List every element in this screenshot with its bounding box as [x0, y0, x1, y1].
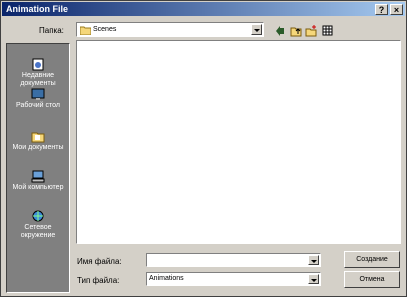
recent-docs-icon [32, 58, 44, 71]
cancel-button[interactable]: Отмена [344, 271, 400, 288]
place-label: Мой компьютер [12, 184, 64, 191]
close-button[interactable]: × [390, 4, 403, 15]
place-computer[interactable]: Мой компьютер [7, 170, 69, 192]
title-bar[interactable]: Animation File ? × [2, 2, 405, 16]
create-button[interactable]: Создание [344, 251, 400, 268]
filetype-value: Animations [149, 275, 184, 282]
place-network[interactable]: Сетевое окружение [7, 210, 69, 240]
help-button[interactable]: ? [375, 4, 388, 15]
place-label: Мои документы [12, 144, 64, 151]
filename-label: Имя файла: [77, 257, 122, 266]
up-folder-icon[interactable] [290, 25, 302, 37]
place-label: Недавние документы [20, 72, 56, 87]
filetype-select[interactable]: Animations [146, 272, 321, 286]
my-computer-icon [31, 170, 45, 183]
place-recent[interactable]: Недавние документы [7, 58, 69, 88]
place-label: Рабочий стол [16, 102, 60, 109]
my-documents-icon [31, 132, 45, 143]
desktop-icon [31, 88, 45, 100]
filename-dropdown-arrow[interactable] [308, 255, 319, 265]
file-list[interactable] [76, 40, 401, 244]
filename-combo[interactable] [146, 253, 321, 267]
lookin-value: Scenes [93, 26, 117, 33]
lookin-dropdown-arrow[interactable] [251, 24, 262, 35]
new-folder-icon[interactable] [305, 25, 317, 37]
places-bar: Недавние документы Рабочий стол Мои доку… [6, 43, 70, 293]
lookin-label: Папка: [39, 26, 64, 35]
view-menu-icon[interactable] [322, 25, 334, 37]
dialog-window: Animation File ? × Папка: Scenes Недавни… [0, 0, 407, 297]
place-label: Сетевое окружение [20, 224, 56, 239]
network-icon [32, 210, 44, 222]
folder-icon [80, 26, 91, 35]
back-icon[interactable] [275, 25, 287, 37]
window-title: Animation File [6, 4, 69, 14]
place-mydocs[interactable]: Мои документы [7, 130, 69, 152]
lookin-combo[interactable]: Scenes [76, 22, 264, 37]
place-desktop[interactable]: Рабочий стол [7, 88, 69, 110]
filetype-label: Тип файла: [77, 276, 120, 285]
filetype-dropdown-arrow[interactable] [308, 274, 319, 284]
